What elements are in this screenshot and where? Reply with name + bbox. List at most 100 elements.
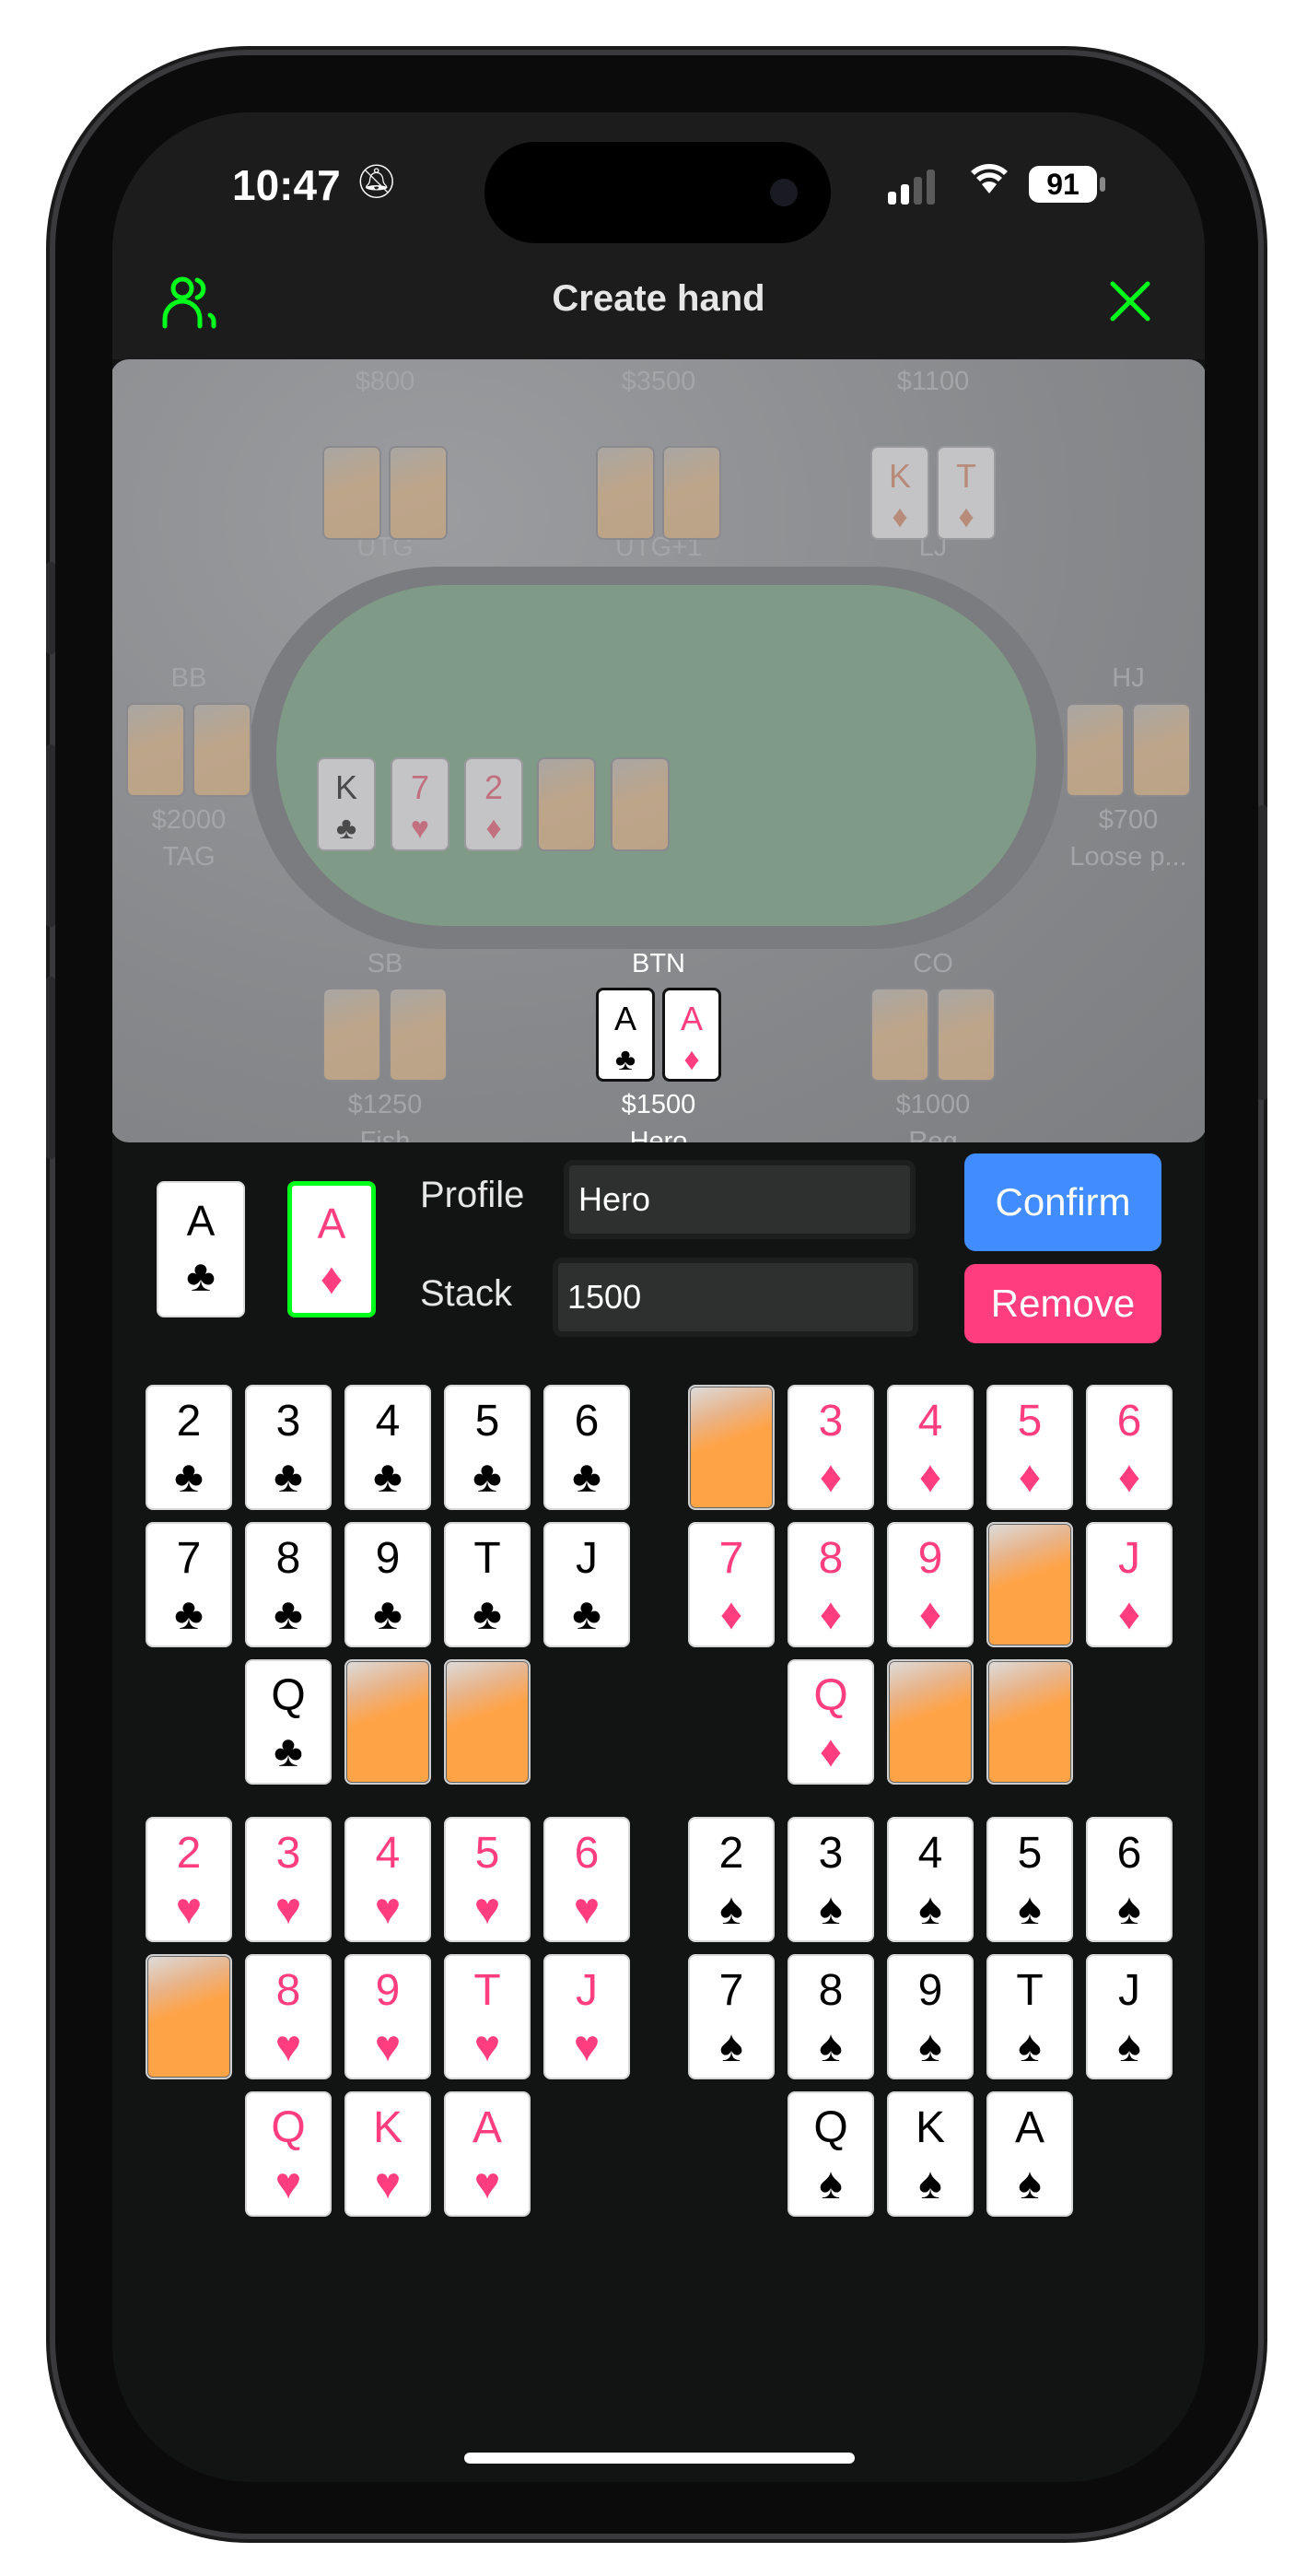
hole-card-empty[interactable] [937,988,996,1082]
card-suit: ♦ [1117,1590,1141,1639]
seat-stack: $1500 [621,1090,696,1119]
hole-card-empty[interactable] [662,446,721,540]
card-rank: 8 [275,1534,301,1583]
card-9-clubs[interactable]: 9 ♣ [344,1522,431,1647]
card-5-clubs[interactable]: 5 ♣ [444,1385,531,1510]
card-unavailable [146,1954,232,2079]
card-rank: K [334,768,357,806]
card-J-spades[interactable]: J ♠ [1086,1954,1173,2079]
card-4-clubs[interactable]: 4 ♣ [344,1385,431,1510]
card-4-diamonds[interactable]: 4 ♦ [887,1385,974,1510]
seat-position: HJ [1112,663,1145,693]
card-5-spades[interactable]: 5 ♠ [986,1817,1073,1942]
card-6-hearts[interactable]: 6 ♥ [543,1817,630,1942]
seat-stack: $2000 [151,805,227,835]
card-8-clubs[interactable]: 8 ♣ [245,1522,332,1647]
card-suit: ♣ [473,1590,502,1639]
card-J-clubs[interactable]: J ♣ [543,1522,630,1647]
card-2-hearts[interactable]: 2 ♥ [146,1817,232,1942]
card-3-spades[interactable]: 3 ♠ [788,1817,874,1942]
card-K-spades[interactable]: K ♠ [887,2091,974,2217]
card-2-clubs[interactable]: 2 ♣ [146,1385,232,1510]
card-A-hearts[interactable]: A ♥ [444,2091,531,2217]
card-3-diamonds[interactable]: 3 ♦ [788,1385,874,1510]
card-rank: 7 [718,1534,744,1583]
card-9-spades[interactable]: 9 ♠ [887,1954,974,2079]
card-8-diamonds[interactable]: 8 ♦ [788,1522,874,1647]
card-rank: 7 [176,1534,202,1583]
card-7-diamonds[interactable]: 7 ♦ [688,1522,775,1647]
board-card[interactable]: 2 ♦ [464,757,523,851]
volume-up-button [46,744,55,927]
hole-card-empty[interactable] [389,988,448,1082]
card-T-spades[interactable]: T ♠ [986,1954,1073,2079]
card-6-clubs[interactable]: 6 ♣ [543,1385,630,1510]
bell-slash-icon: 🔕︎ [356,162,398,200]
selected-hole-card[interactable]: A ♦ [287,1181,376,1317]
close-icon[interactable] [1107,278,1153,324]
card-suit: ♠ [1018,2160,1042,2208]
hole-card-empty[interactable] [322,446,381,540]
card-5-hearts[interactable]: 5 ♥ [444,1817,531,1942]
card-8-spades[interactable]: 8 ♠ [788,1954,874,2079]
confirm-button[interactable]: Confirm [964,1153,1161,1251]
board-card[interactable]: 7 ♥ [391,757,449,851]
volume-down-button [46,977,55,1159]
card-4-hearts[interactable]: 4 ♥ [344,1817,431,1942]
hole-card[interactable]: A ♣ [596,988,655,1082]
card-9-hearts[interactable]: 9 ♥ [344,1954,431,2079]
hole-card-empty[interactable] [596,446,655,540]
hole-card-empty[interactable] [193,703,251,797]
hole-card-empty[interactable] [1066,703,1125,797]
card-J-hearts[interactable]: J ♥ [543,1954,630,2079]
card-Q-spades[interactable]: Q ♠ [788,2091,874,2217]
card-rank: K [372,2103,403,2152]
card-7-clubs[interactable]: 7 ♣ [146,1522,232,1647]
card-suit: ♣ [614,1042,636,1077]
card-A-spades[interactable]: A ♠ [986,2091,1073,2217]
hole-card-empty[interactable] [870,988,929,1082]
card-rank: 6 [1116,1829,1142,1878]
card-9-diamonds[interactable]: 9 ♦ [887,1522,974,1647]
hole-card[interactable]: A ♦ [662,988,721,1082]
board-card-empty[interactable] [537,757,596,851]
card-rank: T [473,1966,501,2015]
card-Q-hearts[interactable]: Q ♥ [245,2091,332,2217]
stack-input[interactable] [553,1258,918,1337]
card-6-spades[interactable]: 6 ♠ [1086,1817,1173,1942]
hole-card-empty[interactable] [126,703,185,797]
card-8-hearts[interactable]: 8 ♥ [245,1954,332,2079]
card-7-spades[interactable]: 7 ♠ [688,1954,775,2079]
card-T-hearts[interactable]: T ♥ [444,1954,531,2079]
selected-hole-card[interactable]: A ♣ [157,1181,245,1317]
seat-position: UTG+1 [614,533,703,562]
hole-card-empty[interactable] [1132,703,1191,797]
card-K-hearts[interactable]: K ♥ [344,2091,431,2217]
card-2-spades[interactable]: 2 ♠ [688,1817,775,1942]
card-suit: ♠ [719,2022,743,2071]
hole-card-empty[interactable] [389,446,448,540]
seat-position: BTN [632,949,685,978]
hole-card[interactable]: K ♦ [870,446,929,540]
card-6-diamonds[interactable]: 6 ♦ [1086,1385,1173,1510]
card-Q-diamonds[interactable]: Q ♦ [788,1659,874,1785]
card-rank: 2 [176,1397,202,1446]
card-J-diamonds[interactable]: J ♦ [1086,1522,1173,1647]
home-indicator[interactable] [464,2453,855,2464]
board-card[interactable]: K ♣ [317,757,376,851]
card-3-clubs[interactable]: 3 ♣ [245,1385,332,1510]
signal-icon [888,170,943,205]
remove-button[interactable]: Remove [964,1264,1161,1343]
seat-position: LJ [918,533,948,562]
hole-card[interactable]: T ♦ [937,446,996,540]
card-4-spades[interactable]: 4 ♠ [887,1817,974,1942]
card-5-diamonds[interactable]: 5 ♦ [986,1385,1073,1510]
profile-input[interactable] [564,1160,916,1239]
profile-label: Profile [420,1175,525,1215]
card-T-clubs[interactable]: T ♣ [444,1522,531,1647]
card-suit: ♥ [573,1885,601,1934]
card-3-hearts[interactable]: 3 ♥ [245,1817,332,1942]
board-card-empty[interactable] [611,757,670,851]
card-Q-clubs[interactable]: Q ♣ [245,1659,332,1785]
hole-card-empty[interactable] [322,988,381,1082]
